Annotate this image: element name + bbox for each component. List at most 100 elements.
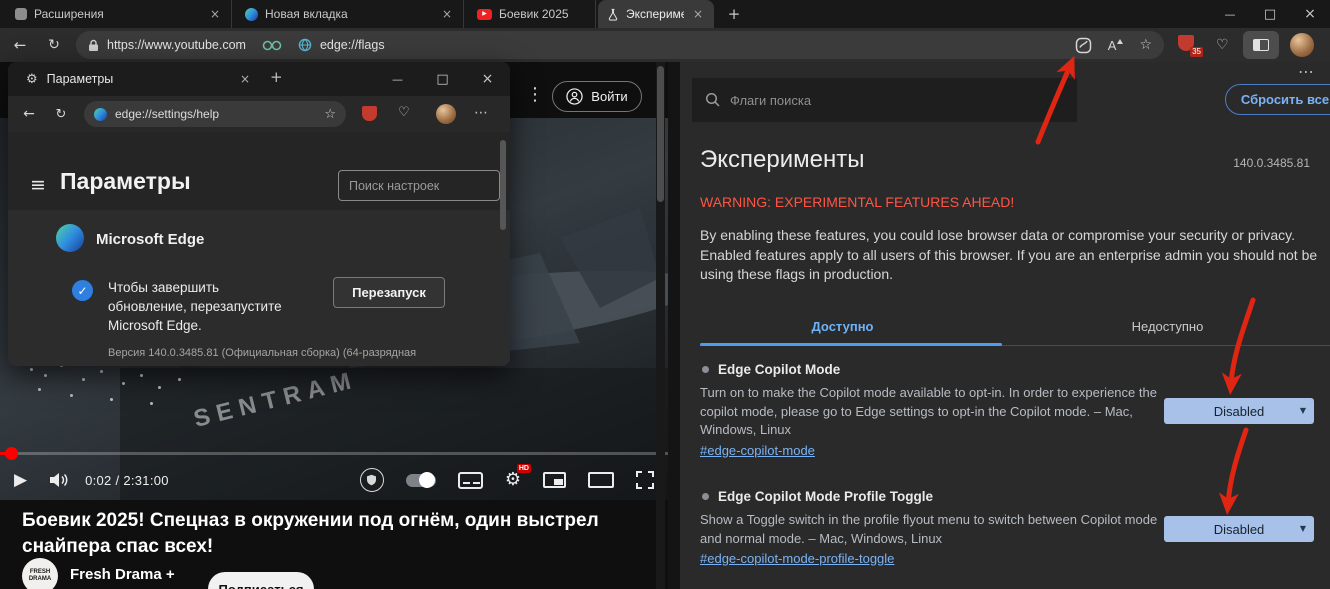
edge-favicon-icon <box>245 8 258 21</box>
flag-description: Turn on to make the Copilot mode availab… <box>700 384 1158 440</box>
flags-page-title: Эксперименты <box>700 146 864 174</box>
favorite-star-icon[interactable]: ☆ <box>324 108 336 121</box>
gear-icon: ⚙ <box>26 73 38 86</box>
flag-dropdown-value: Disabled <box>1214 404 1265 419</box>
extensions-favicon-icon <box>15 8 27 20</box>
video-progress-bar[interactable] <box>0 452 668 455</box>
flag-dropdown[interactable]: Disabled ▼ <box>1164 516 1314 542</box>
shield-glyph-icon <box>366 474 377 486</box>
tab-close-icon[interactable]: × <box>691 8 705 20</box>
settings-tab-label: Параметры <box>47 72 231 86</box>
tab-unavailable[interactable]: Недоступно <box>1005 306 1330 346</box>
profile-avatar[interactable] <box>436 104 456 124</box>
ublock-icon[interactable] <box>362 106 377 121</box>
close-button[interactable]: × <box>465 62 510 96</box>
scrollbar-thumb[interactable] <box>657 66 664 202</box>
more-options-kebab-icon[interactable]: ⋮ <box>526 86 544 104</box>
ublock-extension-button[interactable]: 35 <box>1178 35 1196 53</box>
split-screen-button[interactable] <box>1243 31 1279 59</box>
flags-search-container <box>692 78 1077 122</box>
adblock-shield-icon[interactable] <box>360 468 384 492</box>
read-aloud-icon[interactable]: A <box>1108 38 1124 53</box>
browser-essentials-icon[interactable]: ♡ <box>1216 38 1229 52</box>
flag-dropdown-value: Disabled <box>1214 522 1265 537</box>
restart-button[interactable]: Перезапуск <box>333 277 445 308</box>
maximize-button[interactable]: □ <box>420 62 465 96</box>
lock-icon <box>88 39 99 52</box>
progress-scrubber[interactable] <box>5 447 18 460</box>
new-tab-button[interactable]: + <box>270 70 283 85</box>
volume-icon[interactable] <box>49 472 69 488</box>
tab-extensions[interactable]: Расширения × <box>6 0 232 28</box>
theater-mode-icon[interactable] <box>588 472 614 488</box>
copilot-icon[interactable] <box>1075 37 1092 54</box>
split-view-divider[interactable] <box>668 62 680 589</box>
autoplay-toggle[interactable] <box>406 474 436 487</box>
flags-search-input[interactable] <box>692 78 1077 122</box>
browser-window: Расширения × Новая вкладка × ▶ Боевик 20… <box>0 0 1330 589</box>
person-icon <box>566 88 583 105</box>
settings-toolbar: ← ↻ edge://settings/help ☆ ♡ ⋯ <box>8 96 510 132</box>
flag-dropdown[interactable]: Disabled ▼ <box>1164 398 1314 424</box>
fullscreen-icon[interactable] <box>636 471 654 489</box>
version-text: Версия 140.0.3485.81 (Официальная сборка… <box>108 347 498 359</box>
close-button[interactable]: × <box>1290 0 1330 28</box>
flags-pane: ⋯ Сбросить все Эксперименты 140.0.3485.8… <box>680 62 1330 589</box>
tab-close-icon[interactable]: × <box>440 8 454 20</box>
minimize-button[interactable]: — <box>1210 0 1250 28</box>
channel-avatar-text-bottom: DRAMA <box>29 576 51 583</box>
tab-available[interactable]: Доступно <box>680 306 1005 346</box>
miniplayer-icon[interactable] <box>543 472 566 488</box>
signin-button[interactable]: Войти <box>552 81 642 112</box>
edge-logo-icon <box>56 224 84 252</box>
profile-avatar[interactable] <box>1290 33 1314 57</box>
settings-search-input[interactable] <box>338 170 500 201</box>
browser-essentials-icon[interactable]: ♡ <box>398 106 410 119</box>
channel-avatar-text-top: FRESH <box>30 569 50 576</box>
channel-avatar[interactable]: FRESH DRAMA <box>22 558 58 589</box>
refresh-button[interactable]: ↻ <box>40 28 68 62</box>
refresh-button[interactable]: ↻ <box>48 96 74 132</box>
tab-experiments[interactable]: Эксперименты × <box>598 0 714 28</box>
flag-name: Edge Copilot Mode Profile Toggle <box>718 489 933 504</box>
flag-anchor-link[interactable]: #edge-copilot-mode <box>700 443 815 458</box>
minimize-button[interactable]: — <box>375 62 420 96</box>
new-tab-button[interactable]: + <box>722 3 746 26</box>
player-settings-button[interactable]: ⚙ HD <box>505 471 521 489</box>
channel-name[interactable]: Fresh Drama + <box>70 566 175 583</box>
reset-all-button[interactable]: Сбросить все <box>1225 84 1330 115</box>
tab-close-icon[interactable]: × <box>208 8 222 20</box>
maximize-button[interactable]: □ <box>1250 0 1290 28</box>
scrollbar-track[interactable] <box>656 62 665 589</box>
url-left: https://www.youtube.com <box>107 38 246 52</box>
flag-anchor-link[interactable]: #edge-copilot-mode-profile-toggle <box>700 551 894 566</box>
hamburger-menu-icon[interactable]: ≡ <box>30 176 46 195</box>
flag-bullet-icon <box>702 493 709 500</box>
scrollbar-thumb[interactable] <box>500 140 506 230</box>
pane-more-options-icon[interactable]: ⋯ <box>1298 64 1314 80</box>
flask-favicon-icon <box>607 8 619 21</box>
subscribe-button[interactable]: Подписаться <box>208 572 314 589</box>
settings-menu-icon[interactable]: ⋯ <box>474 106 488 120</box>
flag-name-row: Edge Copilot Mode <box>702 362 840 377</box>
back-button[interactable]: ← <box>16 96 42 132</box>
channel-row: FRESH DRAMA Fresh Drama + Подписаться <box>0 558 668 589</box>
settings-address-bar[interactable]: edge://settings/help ☆ <box>84 101 346 127</box>
favorite-star-icon[interactable]: ☆ <box>1139 38 1152 52</box>
settings-page-title: Параметры <box>60 168 191 195</box>
back-button[interactable]: ← <box>6 28 34 62</box>
reset-all-label: Сбросить все <box>1241 92 1329 107</box>
subtitles-icon[interactable] <box>458 472 483 489</box>
tab-youtube-video[interactable]: ▶ Боевик 2025 <box>468 0 596 28</box>
url-right: edge://flags <box>320 38 385 52</box>
address-bar[interactable]: https://www.youtube.com edge://flags A ☆ <box>76 31 1164 59</box>
tab-close-icon[interactable]: × <box>240 73 250 85</box>
flags-warning: WARNING: EXPERIMENTAL FEATURES AHEAD! <box>700 194 1014 210</box>
settings-tab[interactable]: ⚙ Параметры × <box>16 62 260 96</box>
signin-label: Войти <box>591 89 627 104</box>
video-title: Боевик 2025! Спецназ в окружении под огн… <box>22 508 654 560</box>
play-button[interactable]: ▶ <box>14 472 27 489</box>
edge-favicon-icon <box>94 108 107 121</box>
settings-titlebar[interactable]: ⚙ Параметры × + — □ × <box>8 62 510 96</box>
tab-new-tab[interactable]: Новая вкладка × <box>236 0 464 28</box>
